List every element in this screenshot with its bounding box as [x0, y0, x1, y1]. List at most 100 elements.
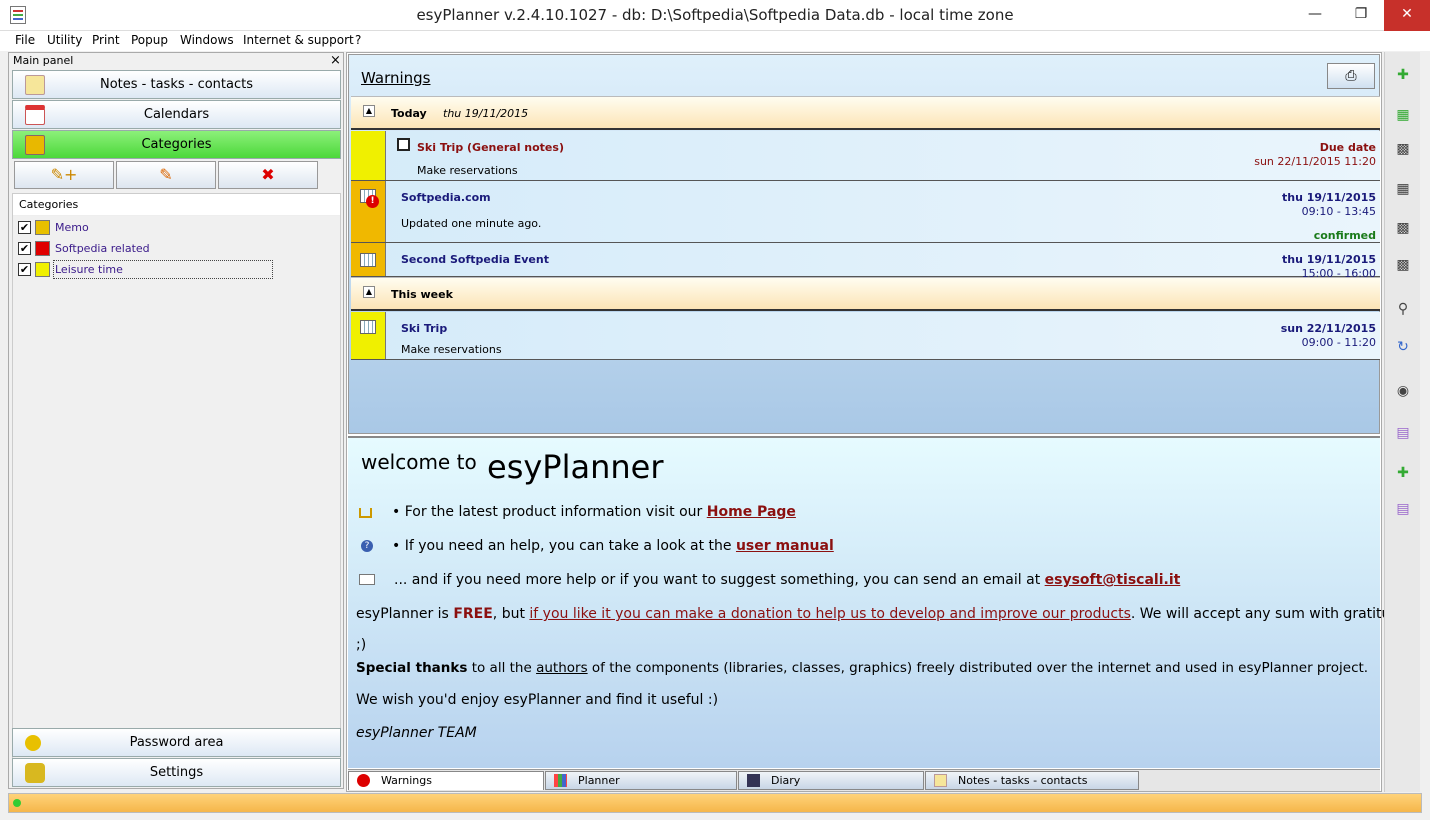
layers-icon[interactable]: ▤ — [1391, 422, 1415, 446]
welcome-line-home: • For the latest product information vis… — [356, 504, 796, 520]
day-date: thu 19/11/2015 — [443, 107, 529, 120]
category-checkbox[interactable]: ✔ — [18, 221, 31, 234]
tab-diary[interactable]: Diary — [738, 771, 924, 790]
calendar-view-icon[interactable]: ▦ — [1391, 178, 1415, 202]
main-area: Warnings ⎙ ▲ Today thu 19/11/2015 Ski Tr… — [346, 52, 1408, 792]
event-time: 09:00 - 11:20 — [1301, 336, 1376, 349]
menu-internet-support[interactable]: Internet & support — [243, 33, 354, 47]
category-color-swatch — [35, 220, 50, 235]
calendar-icon — [25, 105, 45, 125]
event-color-bar — [351, 243, 386, 276]
authors-link[interactable]: authors — [536, 660, 588, 676]
title-bar: esyPlanner v.2.4.10.1027 - db: D:\Softpe… — [0, 0, 1430, 31]
status-indicator-icon — [13, 799, 21, 807]
nav-label: Categories — [141, 137, 212, 152]
nav-settings[interactable]: Settings — [12, 758, 341, 787]
this-week-header[interactable]: ▲ This week — [351, 277, 1380, 311]
user-manual-link[interactable]: user manual — [736, 538, 834, 554]
event-color-bar: ! — [351, 181, 386, 242]
menu-file[interactable]: File — [15, 33, 35, 47]
tab-notes-tasks-contacts[interactable]: Notes - tasks - contacts — [925, 771, 1139, 790]
task-checkbox[interactable] — [397, 138, 410, 151]
nav-notes-tasks-contacts[interactable]: Notes - tasks - contacts — [12, 70, 341, 99]
donation-link[interactable]: if you like it you can make a donation t… — [529, 606, 1130, 622]
category-list: Categories ✔ Memo ✔ Softpedia related ✔ … — [12, 193, 341, 778]
tab-warnings[interactable]: Warnings — [348, 771, 544, 790]
calendar-icon — [360, 253, 376, 267]
stack-icon[interactable]: ▤ — [1391, 498, 1415, 522]
event-row[interactable]: Second Softpedia Event thu 19/11/2015 15… — [351, 243, 1380, 280]
menu-print[interactable]: Print — [92, 33, 120, 47]
email-link[interactable]: esysoft@tiscali.it — [1045, 572, 1181, 588]
minimize-button[interactable]: — — [1292, 0, 1338, 31]
event-row[interactable]: ! Softpedia.com Updated one minute ago. … — [351, 181, 1380, 243]
print-button[interactable]: ⎙ — [1327, 63, 1375, 89]
menu-utility[interactable]: Utility — [47, 33, 82, 47]
edit-category-button[interactable]: ✎ — [116, 161, 216, 189]
help-icon: ? — [361, 540, 373, 552]
day-label: This week — [391, 288, 453, 301]
notepad-icon — [934, 774, 947, 787]
collapse-icon[interactable]: ▲ — [363, 286, 375, 298]
nav-label: Password area — [129, 735, 224, 750]
home-page-link[interactable]: Home Page — [707, 504, 796, 520]
nav-label: Calendars — [143, 107, 210, 122]
event-date: thu 19/11/2015 — [1281, 191, 1376, 204]
add-category-button[interactable]: ✎+ — [14, 161, 114, 189]
right-toolbar: ✚ ▦ ▩ ▦ ▩ ▩ ⚲ ↻ ◉ ▤ ✚ ▤ — [1384, 52, 1420, 792]
menu-bar: File Utility Print Popup Windows Interne… — [0, 31, 1430, 51]
category-row[interactable]: ✔ Memo — [13, 218, 340, 238]
menu-help[interactable]: ? — [355, 33, 361, 47]
welcome-line-manual: ? • If you need an help, you can take a … — [356, 538, 834, 554]
panel-title: Main panel — [13, 54, 74, 67]
camera-icon[interactable]: ◉ — [1391, 380, 1415, 404]
contact-card-icon[interactable]: ▩ — [1391, 138, 1415, 162]
panel-close-icon[interactable]: × — [330, 53, 341, 68]
add-layer-icon[interactable]: ✚ — [1391, 462, 1415, 486]
warnings-panel: Warnings ⎙ ▲ Today thu 19/11/2015 Ski Tr… — [348, 54, 1380, 434]
search-icon[interactable]: ⚲ — [1391, 298, 1415, 322]
delete-category-button[interactable]: ✖ — [218, 161, 318, 189]
tab-bar: Warnings Planner Diary Notes - tasks - c… — [348, 769, 1380, 791]
welcome-line-donation: esyPlanner is FREE, but if you like it y… — [356, 606, 1408, 622]
welcome-line-smile: ;) — [356, 637, 367, 653]
status-bar — [8, 793, 1422, 813]
alert-icon — [357, 774, 370, 787]
category-checkbox[interactable]: ✔ — [18, 263, 31, 276]
card-icon[interactable]: ▩ — [1391, 217, 1415, 241]
planner-icon — [554, 774, 567, 787]
event-title: Second Softpedia Event — [401, 253, 549, 266]
event-title: Ski Trip (General notes) — [417, 141, 564, 154]
menu-windows[interactable]: Windows — [180, 33, 234, 47]
category-row[interactable]: ✔ Leisure time — [13, 260, 340, 280]
event-title: Ski Trip — [401, 322, 448, 335]
category-name: Leisure time — [55, 263, 123, 276]
event-subtitle: Make reservations — [401, 343, 502, 356]
tab-planner[interactable]: Planner — [545, 771, 737, 790]
maximize-button[interactable]: ❐ — [1338, 0, 1384, 31]
close-button[interactable]: ✕ — [1384, 0, 1430, 31]
event-row[interactable]: Ski Trip (General notes) Make reservatio… — [351, 131, 1380, 181]
event-subtitle: Updated one minute ago. — [401, 217, 542, 230]
event-date: sun 22/11/2015 — [1280, 322, 1376, 335]
event-row[interactable]: Ski Trip Make reservations sun 22/11/201… — [351, 312, 1380, 360]
nav-calendars[interactable]: Calendars — [12, 100, 341, 129]
menu-popup[interactable]: Popup — [131, 33, 168, 47]
event-time: 09:10 - 13:45 — [1301, 205, 1376, 218]
refresh-icon[interactable]: ↻ — [1391, 336, 1415, 360]
collapse-icon[interactable]: ▲ — [363, 105, 375, 117]
card-alt-icon[interactable]: ▩ — [1391, 254, 1415, 278]
calendar-icon — [360, 320, 376, 334]
category-checkbox[interactable]: ✔ — [18, 242, 31, 255]
new-note-icon[interactable]: ✚ — [1391, 64, 1415, 88]
event-due-date: sun 22/11/2015 11:20 — [1254, 155, 1376, 168]
nav-categories[interactable]: Categories — [12, 130, 341, 159]
lock-icon — [25, 735, 41, 751]
categories-icon — [25, 135, 45, 155]
nav-password-area[interactable]: Password area — [12, 728, 341, 757]
category-name: Memo — [55, 221, 89, 234]
category-row[interactable]: ✔ Softpedia related — [13, 239, 340, 259]
new-event-icon[interactable]: ▦ — [1391, 104, 1415, 128]
day-label: Today — [391, 107, 427, 120]
today-header[interactable]: ▲ Today thu 19/11/2015 — [351, 96, 1380, 130]
